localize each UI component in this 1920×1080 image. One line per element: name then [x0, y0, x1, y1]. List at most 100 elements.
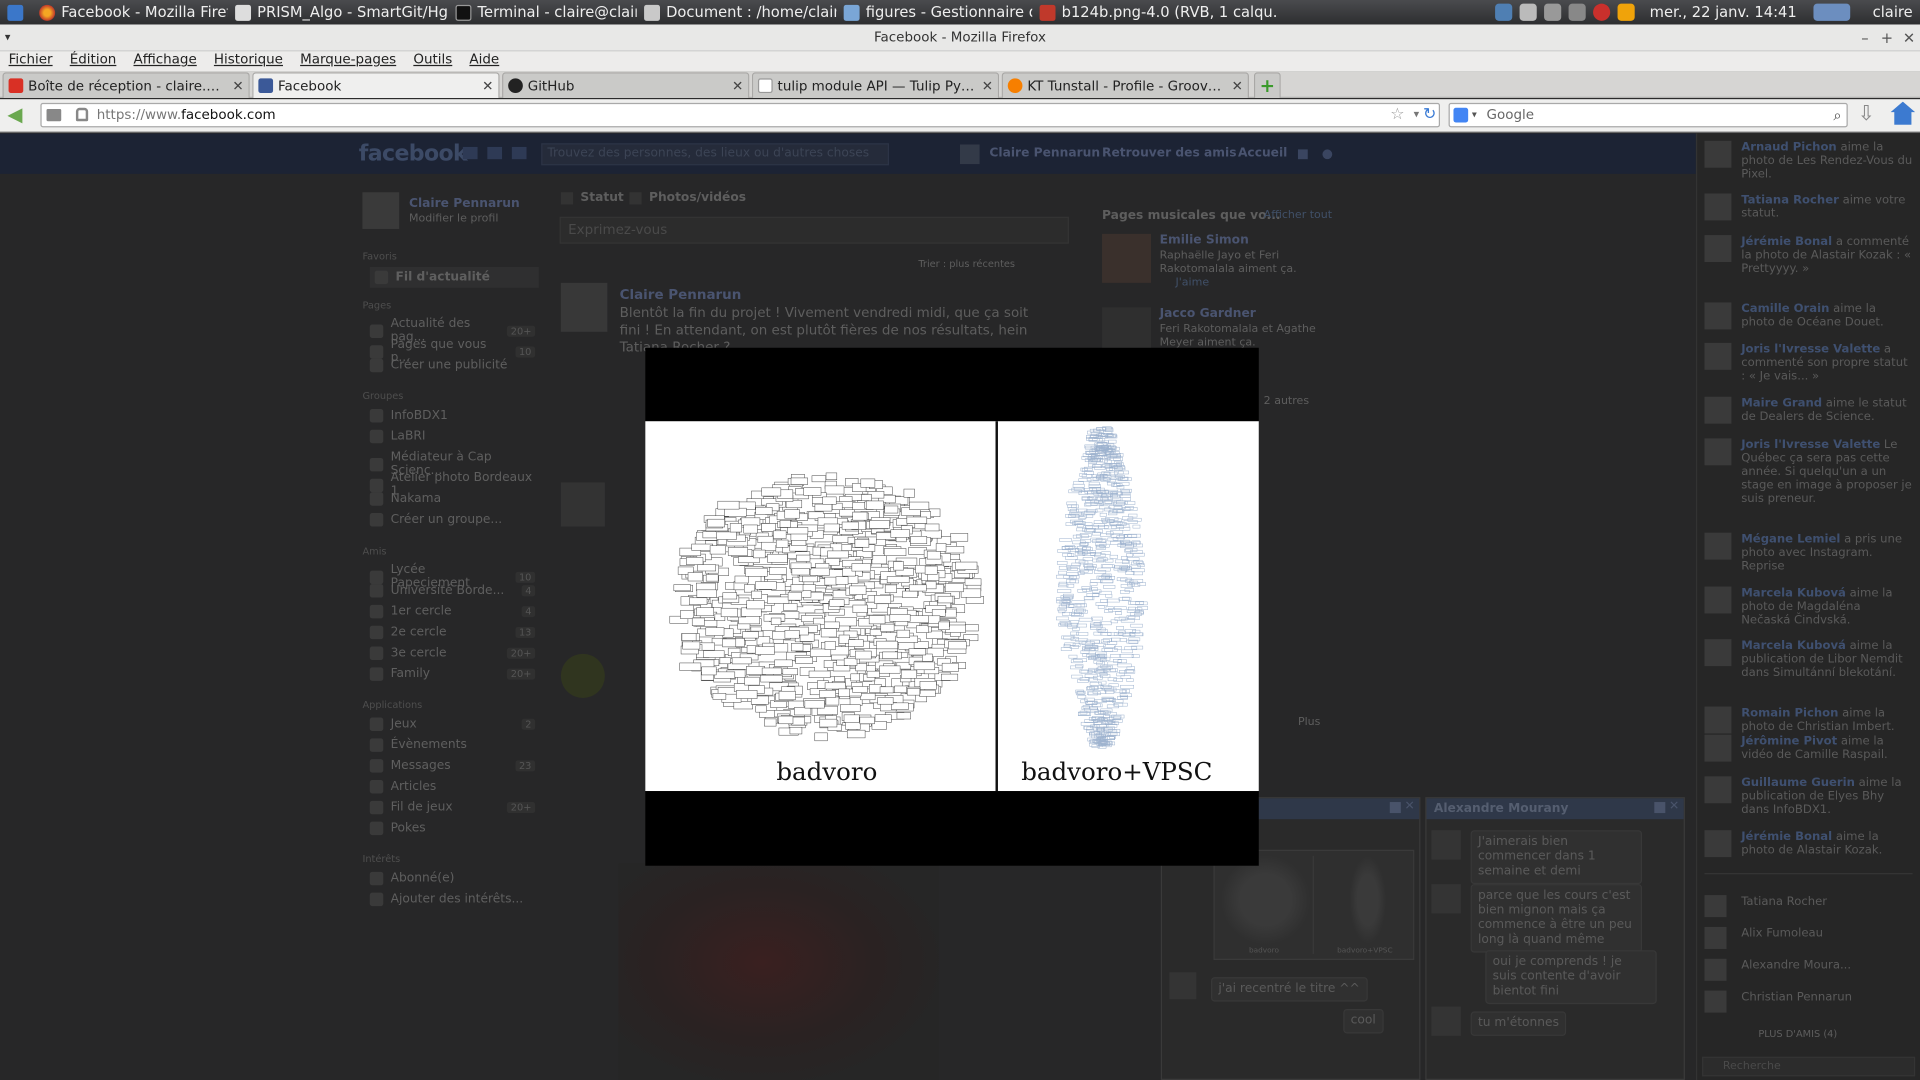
menu-historique[interactable]: Historique	[205, 51, 291, 71]
chat-image-thumbnail[interactable]: badvoro badvoro+VPSC	[1213, 849, 1415, 961]
ticker-item[interactable]: Arnaud Pichon aime la photo de Les Rende…	[1704, 140, 1912, 181]
chat-header[interactable]: Alexandre Mourany	[1426, 798, 1684, 820]
lightbox-photo[interactable]: badvoro badvoro+VPSC	[645, 421, 1259, 792]
post-photo[interactable]	[618, 863, 940, 1080]
online-friend[interactable]: Alexandre Moura...	[1704, 958, 1912, 981]
friend-requests-icon[interactable]	[462, 146, 478, 160]
engine-dropdown-icon[interactable]: ▾	[1472, 104, 1477, 126]
music-page-name[interactable]: Emilie Simon	[1160, 234, 1249, 247]
post-author-avatar[interactable]	[560, 282, 608, 332]
menu-edition[interactable]: Édition	[61, 51, 125, 71]
update-icon[interactable]	[1593, 3, 1611, 21]
task-document[interactable]: Document : /home/claire/D...	[637, 0, 836, 24]
notifications-icon[interactable]	[511, 146, 527, 160]
page-identity-icon[interactable]	[46, 108, 62, 122]
ticker-item[interactable]: Mégane Lemiel a pris une photo avec Inst…	[1704, 532, 1912, 573]
sort-link[interactable]: Trier : plus récentes	[918, 258, 1015, 269]
left-item[interactable]: 2e cercle 13	[369, 625, 536, 640]
ticker-item[interactable]: Maire Grand aime le statut de Dealers de…	[1704, 396, 1912, 424]
photo-lightbox[interactable]: badvoro badvoro+VPSC	[645, 347, 1259, 866]
chat-window-2[interactable]: Alexandre Mourany ✕ J'aimerais bien comm…	[1425, 797, 1685, 1080]
chat-settings-icon[interactable]	[1654, 802, 1666, 814]
profile-avatar-icon[interactable]	[960, 144, 980, 165]
composer-status-tab[interactable]: Statut	[580, 191, 623, 204]
left-item[interactable]: Nakama	[369, 492, 535, 506]
music-page-thumb[interactable]	[1102, 233, 1152, 283]
ticker-item[interactable]: Joris l'Ivresse Valette Le Québec ça ser…	[1704, 438, 1912, 506]
mail-icon[interactable]	[1519, 3, 1538, 21]
network-icon[interactable]	[1495, 3, 1513, 21]
close-tab-icon[interactable]: ✕	[982, 78, 993, 94]
bookmark-star-icon[interactable]: ☆	[1390, 104, 1404, 126]
left-item[interactable]: Abonné(e)	[369, 871, 535, 886]
left-item[interactable]: Fil de jeux 20+	[369, 800, 536, 815]
left-item[interactable]: Messages 23	[369, 759, 536, 773]
more-link[interactable]: Plus	[1298, 716, 1320, 728]
left-item[interactable]: Pokes	[369, 821, 535, 836]
url-bar[interactable]: https://www.facebook.com ☆ ▾ ↻	[40, 102, 1441, 128]
left-item[interactable]: LaBRI	[369, 429, 535, 444]
ticker-item[interactable]: Romain Pichon aime la photo de Christian…	[1704, 706, 1912, 734]
ticker-item[interactable]: Jérômine Pivot aime la vidéo de Camille …	[1704, 734, 1912, 762]
close-tab-icon[interactable]: ✕	[732, 78, 743, 94]
topbar-user-link[interactable]: Claire Pennarun	[989, 147, 1100, 160]
ticker-item[interactable]: Marcela Kubová aime la photo de Magdalén…	[1704, 586, 1912, 627]
search-icon[interactable]: ⌕	[1833, 104, 1841, 126]
chat-settings-icon[interactable]	[1389, 802, 1401, 814]
left-item[interactable]: Jeux 2	[369, 717, 536, 732]
minimize-button[interactable]: –	[1856, 24, 1873, 51]
music-page-name[interactable]: Jacco Gardner	[1160, 307, 1256, 320]
task-smartgit[interactable]: PRISM_Algo - SmartGit/Hg 4...	[228, 0, 448, 24]
task-gimp[interactable]: b124b.png-4.0 (RVB, 1 calqu...	[1032, 0, 1277, 24]
menu-aide[interactable]: Aide	[461, 51, 508, 71]
close-tab-icon[interactable]: ✕	[482, 78, 493, 94]
home-link[interactable]: Accueil	[1238, 147, 1287, 160]
online-friend[interactable]: Christian Pennarun	[1704, 990, 1912, 1013]
settings-gear-icon[interactable]	[1322, 149, 1333, 160]
post-avatar-2[interactable]	[560, 482, 605, 527]
ticker-item[interactable]: Marcela Kubová aime la publication de Li…	[1704, 639, 1912, 680]
left-item[interactable]: 1er cercle 4	[369, 604, 536, 619]
tab-github[interactable]: GitHub ✕	[502, 72, 750, 98]
history-dropdown-icon[interactable]: ▾	[1414, 104, 1420, 126]
close-tab-icon[interactable]: ✕	[232, 78, 243, 94]
close-tab-icon[interactable]: ✕	[1232, 78, 1243, 94]
menu-outils[interactable]: Outils	[405, 51, 461, 71]
close-window-button[interactable]: ✕	[1900, 24, 1917, 51]
window-menu-icon[interactable]: ▾	[5, 24, 11, 51]
privacy-icon[interactable]	[1297, 149, 1308, 160]
user-name[interactable]: claire	[1873, 4, 1913, 21]
like-link[interactable]: J'aime	[1176, 277, 1210, 289]
task-file-manager[interactable]: figures - Gestionnaire de fic...	[836, 0, 1032, 24]
left-item[interactable]: Articles	[369, 780, 535, 794]
others-count[interactable]: 2 autres	[1264, 396, 1309, 408]
tab-tulip[interactable]: tulip module API — Tulip Pytho... ✕	[751, 72, 1000, 98]
profile-name[interactable]: Claire Pennarun	[409, 197, 520, 210]
back-arrow-icon[interactable]: ◀	[7, 103, 22, 126]
tab-facebook[interactable]: Facebook ✕	[252, 72, 500, 98]
more-friends-link[interactable]: PLUS D'AMIS (4)	[1758, 1029, 1837, 1040]
tab-gmail[interactable]: Boîte de réception - claire.penna... ✕	[2, 72, 250, 98]
chat-search-input[interactable]: Recherche	[1702, 1056, 1916, 1077]
messages-icon[interactable]	[487, 146, 503, 160]
chat-close-icon[interactable]: ✕	[1669, 800, 1679, 813]
ticker-item[interactable]: Camille Orain aime la photo de Océane Do…	[1704, 302, 1912, 330]
left-item[interactable]: Créer un groupe...	[369, 513, 535, 527]
ticker-item[interactable]: Jérémie Bonal aime la photo de Alastair …	[1704, 830, 1912, 858]
edit-profile-link[interactable]: Modifier le profil	[409, 213, 498, 225]
clock[interactable]: mer., 22 janv. 14:41	[1650, 4, 1797, 21]
event-avatar[interactable]	[560, 653, 605, 698]
music-pages-see-all[interactable]: Afficher tout	[1264, 209, 1332, 221]
ticker-item[interactable]: Jérémie Bonal a commenté la photo de Ala…	[1704, 235, 1912, 276]
transfer-icon[interactable]	[1568, 3, 1586, 21]
downloads-icon[interactable]: ⇩	[1858, 102, 1875, 126]
facebook-search-input[interactable]: Trouvez des personnes, des lieux ou d'au…	[541, 143, 889, 166]
online-friend[interactable]: Alix Fumoleau	[1704, 926, 1912, 949]
menu-affichage[interactable]: Affichage	[125, 51, 205, 71]
tab-grooveshark[interactable]: KT Tunstall - Profile - Grooveshark ✕	[1001, 72, 1249, 98]
volume-icon[interactable]	[1544, 3, 1562, 21]
profile-picture[interactable]	[362, 192, 400, 229]
alert-icon[interactable]	[1617, 3, 1635, 21]
composer-photos-tab[interactable]: Photos/vidéos	[649, 191, 746, 204]
left-item[interactable]: Créer une publicité	[369, 358, 535, 373]
